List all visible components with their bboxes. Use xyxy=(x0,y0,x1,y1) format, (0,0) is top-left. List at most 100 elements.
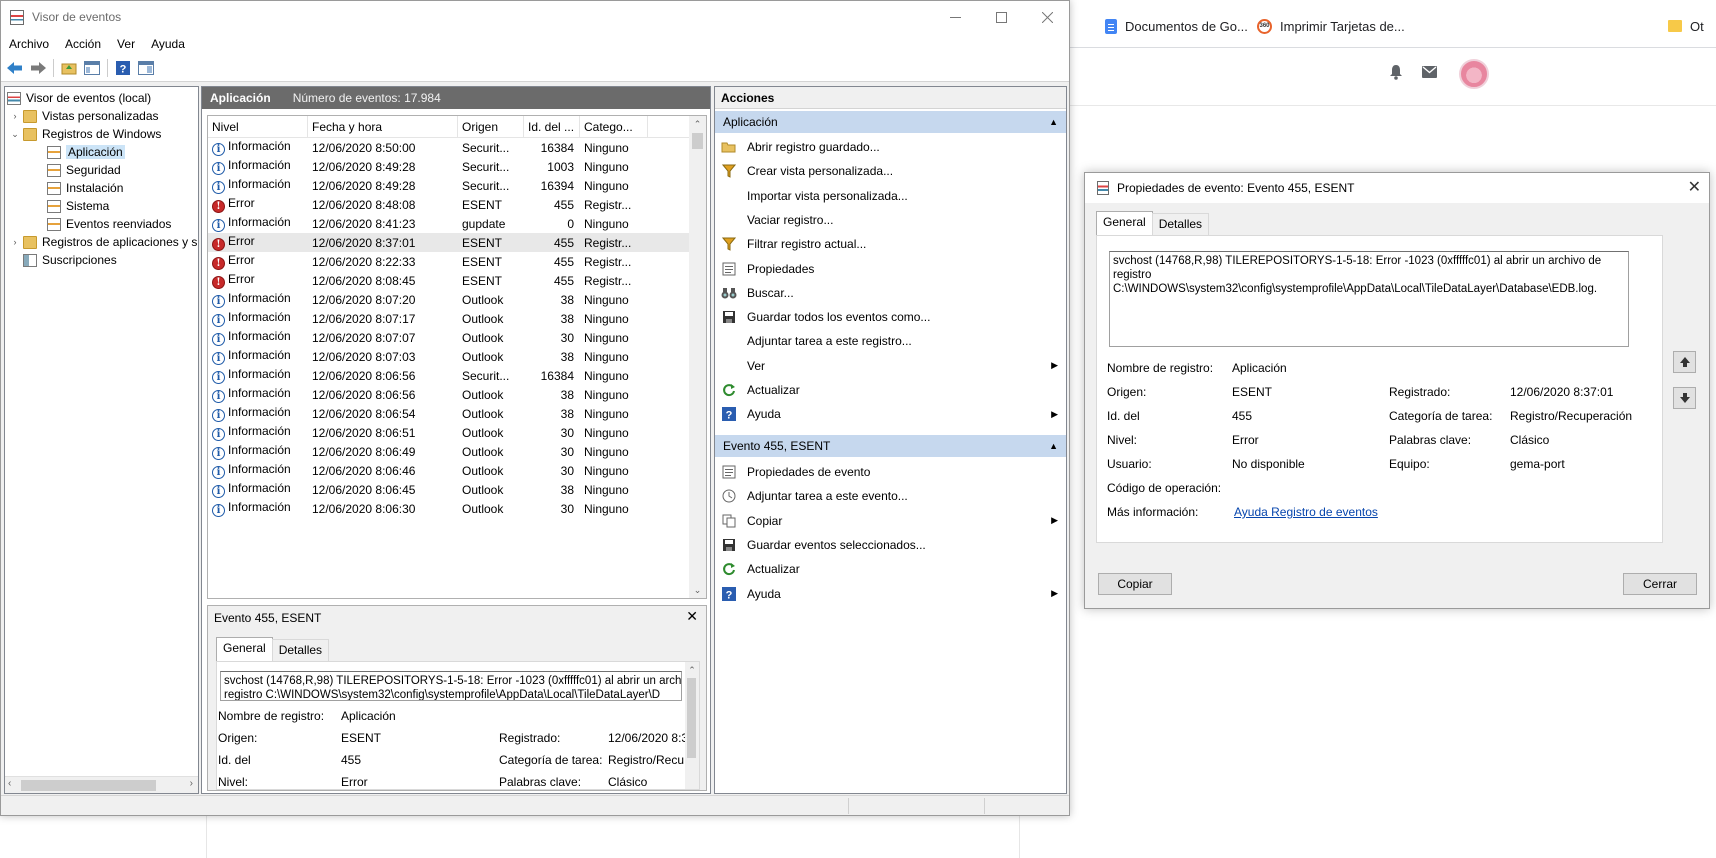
close-dialog-button[interactable]: Cerrar xyxy=(1623,573,1697,595)
chevron-right-icon[interactable]: › xyxy=(10,237,20,247)
table-row[interactable]: i Información 12/06/2020 8:06:46 Outlook 30 N… xyxy=(208,461,690,480)
action-item[interactable]: Filtrar registro actual... xyxy=(715,232,1066,256)
show-tree-button[interactable] xyxy=(82,58,102,78)
bookmark-google-docs[interactable]: Documentos de Go... xyxy=(1105,16,1248,36)
scroll-up-icon[interactable]: ⌃ xyxy=(685,662,699,678)
show-action-pane-button[interactable] xyxy=(136,58,156,78)
tree-item-aplicacion[interactable]: Aplicación xyxy=(47,143,125,161)
close-icon[interactable]: ✕ xyxy=(686,608,698,625)
action-item[interactable]: Guardar todos los eventos como... xyxy=(715,305,1066,329)
chevron-right-icon[interactable]: › xyxy=(10,111,20,121)
action-item[interactable]: Vaciar registro... xyxy=(715,208,1066,232)
copy-button[interactable]: Copiar xyxy=(1098,573,1172,595)
table-row[interactable]: i Información 12/06/2020 8:50:00 Securit...… xyxy=(208,138,690,157)
help-button[interactable]: ? xyxy=(113,58,133,78)
table-row[interactable]: ! Error 12/06/2020 8:08:45 ESENT 455 Registr.… xyxy=(208,271,690,290)
table-row[interactable]: i Información 12/06/2020 8:06:49 Outlook 30 N… xyxy=(208,442,690,461)
tree-item-sistema[interactable]: Sistema xyxy=(47,197,109,215)
table-row[interactable]: i Información 12/06/2020 8:49:28 Securit...… xyxy=(208,157,690,176)
event-description[interactable]: svchost (14768,R,98) TILEREPOSITORYS-1-5… xyxy=(1109,251,1629,347)
action-item[interactable]: Importar vista personalizada... xyxy=(715,184,1066,208)
minimize-button[interactable] xyxy=(932,1,978,33)
bookmark-folder-other[interactable]: Ot xyxy=(1668,16,1704,36)
table-row[interactable]: i Información 12/06/2020 8:49:28 Securit...… xyxy=(208,176,690,195)
scroll-down-icon[interactable]: ⌄ xyxy=(689,582,706,598)
table-row[interactable]: i Información 12/06/2020 8:07:03 Outlook 38 N… xyxy=(208,347,690,366)
collapse-icon[interactable]: ▲ xyxy=(1049,111,1058,133)
table-row[interactable]: ! Error 12/06/2020 8:22:33 ESENT 455 Registr.… xyxy=(208,252,690,271)
up-folder-button[interactable] xyxy=(59,58,79,78)
next-event-button[interactable] xyxy=(1673,387,1696,409)
action-item[interactable]: Propiedades de evento xyxy=(715,460,1066,484)
menu-accion[interactable]: Acción xyxy=(57,37,109,51)
action-item[interactable]: ? Ayuda ▶ xyxy=(715,402,1066,426)
maximize-button[interactable] xyxy=(978,1,1024,33)
table-row[interactable]: i Información 12/06/2020 8:06:56 Securit...… xyxy=(208,366,690,385)
column-header-origen[interactable]: Origen xyxy=(458,116,524,138)
actions-section-aplicacion[interactable]: Aplicación ▲ xyxy=(715,111,1066,133)
forward-button[interactable] xyxy=(28,58,48,78)
scrollbar-thumb[interactable] xyxy=(692,133,703,149)
tree-horizontal-scrollbar[interactable]: ‹ › xyxy=(5,776,198,793)
menu-ver[interactable]: Ver xyxy=(109,37,143,51)
scrollbar-thumb[interactable] xyxy=(21,780,156,791)
table-vertical-scrollbar[interactable]: ⌃ ⌄ xyxy=(689,116,706,598)
collapse-icon[interactable]: ▲ xyxy=(1049,435,1058,457)
close-button[interactable] xyxy=(1024,1,1070,33)
tab-detalles[interactable]: Detalles xyxy=(271,639,330,661)
tree-item-windows-logs[interactable]: ⌄ Registros de Windows xyxy=(10,125,161,143)
scroll-up-icon[interactable]: ⌃ xyxy=(689,116,706,132)
menu-archivo[interactable]: Archivo xyxy=(1,37,57,51)
table-row[interactable]: i Información 12/06/2020 8:06:54 Outlook 38 N… xyxy=(208,404,690,423)
table-row[interactable]: ! Error 12/06/2020 8:37:01 ESENT 455 Registr.… xyxy=(208,233,690,252)
menu-ayuda[interactable]: Ayuda xyxy=(143,37,193,51)
scrollbar-thumb[interactable] xyxy=(687,678,696,758)
action-item[interactable]: ? Ayuda ▶ xyxy=(715,582,1066,606)
mail-icon[interactable] xyxy=(1420,62,1438,82)
action-item[interactable]: Actualizar xyxy=(715,378,1066,402)
table-row[interactable]: i Información 12/06/2020 8:07:17 Outlook 38 N… xyxy=(208,309,690,328)
action-item[interactable]: Propiedades xyxy=(715,257,1066,281)
action-item[interactable]: Crear vista personalizada... xyxy=(715,159,1066,183)
bell-icon[interactable] xyxy=(1387,62,1405,82)
tab-general[interactable]: General xyxy=(216,637,273,661)
column-header-categoria[interactable]: Catego... xyxy=(580,116,648,138)
table-row[interactable]: i Información 12/06/2020 8:06:30 Outlook 30 N… xyxy=(208,499,690,518)
column-header-id[interactable]: Id. del ... xyxy=(524,116,580,138)
previous-event-button[interactable] xyxy=(1673,351,1696,373)
table-row[interactable]: ! Error 12/06/2020 8:48:08 ESENT 455 Registr.… xyxy=(208,195,690,214)
tree-item-eventos-reenviados[interactable]: Eventos reenviados xyxy=(47,215,171,233)
preview-vertical-scrollbar[interactable]: ⌃ xyxy=(685,662,699,789)
action-item[interactable]: Ver ▶ xyxy=(715,354,1066,378)
tree-item-seguridad[interactable]: Seguridad xyxy=(47,161,121,179)
event-description[interactable]: svchost (14768,R,98) TILEREPOSITORYS-1-5… xyxy=(220,671,682,701)
chevron-down-icon[interactable]: ⌄ xyxy=(10,129,20,140)
tab-general[interactable]: General xyxy=(1096,211,1153,235)
action-item[interactable]: Guardar eventos seleccionados... xyxy=(715,533,1066,557)
scroll-right-icon[interactable]: › xyxy=(190,778,193,789)
action-item[interactable]: Actualizar xyxy=(715,557,1066,581)
event-log-help-link[interactable]: Ayuda Registro de eventos xyxy=(1234,505,1378,519)
action-item[interactable]: Copiar ▶ xyxy=(715,509,1066,533)
tree-item-root[interactable]: Visor de eventos (local) xyxy=(7,89,151,107)
table-row[interactable]: i Información 12/06/2020 8:07:20 Outlook 38 N… xyxy=(208,290,690,309)
tree-item-custom-views[interactable]: › Vistas personalizadas xyxy=(10,107,159,125)
close-icon[interactable]: ✕ xyxy=(1688,177,1701,197)
column-header-nivel[interactable]: Nivel xyxy=(208,116,308,138)
table-row[interactable]: i Información 12/06/2020 8:06:56 Outlook 38 N… xyxy=(208,385,690,404)
actions-section-evento[interactable]: Evento 455, ESENT ▲ xyxy=(715,435,1066,457)
table-row[interactable]: i Información 12/06/2020 8:41:23 gupdate 0 Ni… xyxy=(208,214,690,233)
column-header-fecha[interactable]: Fecha y hora xyxy=(308,116,458,138)
table-row[interactable]: i Información 12/06/2020 8:07:07 Outlook 30 N… xyxy=(208,328,690,347)
table-row[interactable]: i Información 12/06/2020 8:06:51 Outlook 30 N… xyxy=(208,423,690,442)
table-row[interactable]: i Información 12/06/2020 8:06:45 Outlook 38 N… xyxy=(208,480,690,499)
action-item[interactable]: Adjuntar tarea a este registro... xyxy=(715,329,1066,353)
action-item[interactable]: Adjuntar tarea a este evento... xyxy=(715,484,1066,508)
action-item[interactable]: Abrir registro guardado... xyxy=(715,135,1066,159)
scroll-left-icon[interactable]: ‹ xyxy=(8,778,11,789)
back-button[interactable] xyxy=(5,58,25,78)
avatar[interactable] xyxy=(1459,59,1489,89)
tree-item-instalacion[interactable]: Instalación xyxy=(47,179,123,197)
tree-item-subscriptions[interactable]: Suscripciones xyxy=(23,251,117,269)
action-item[interactable]: Buscar... xyxy=(715,281,1066,305)
